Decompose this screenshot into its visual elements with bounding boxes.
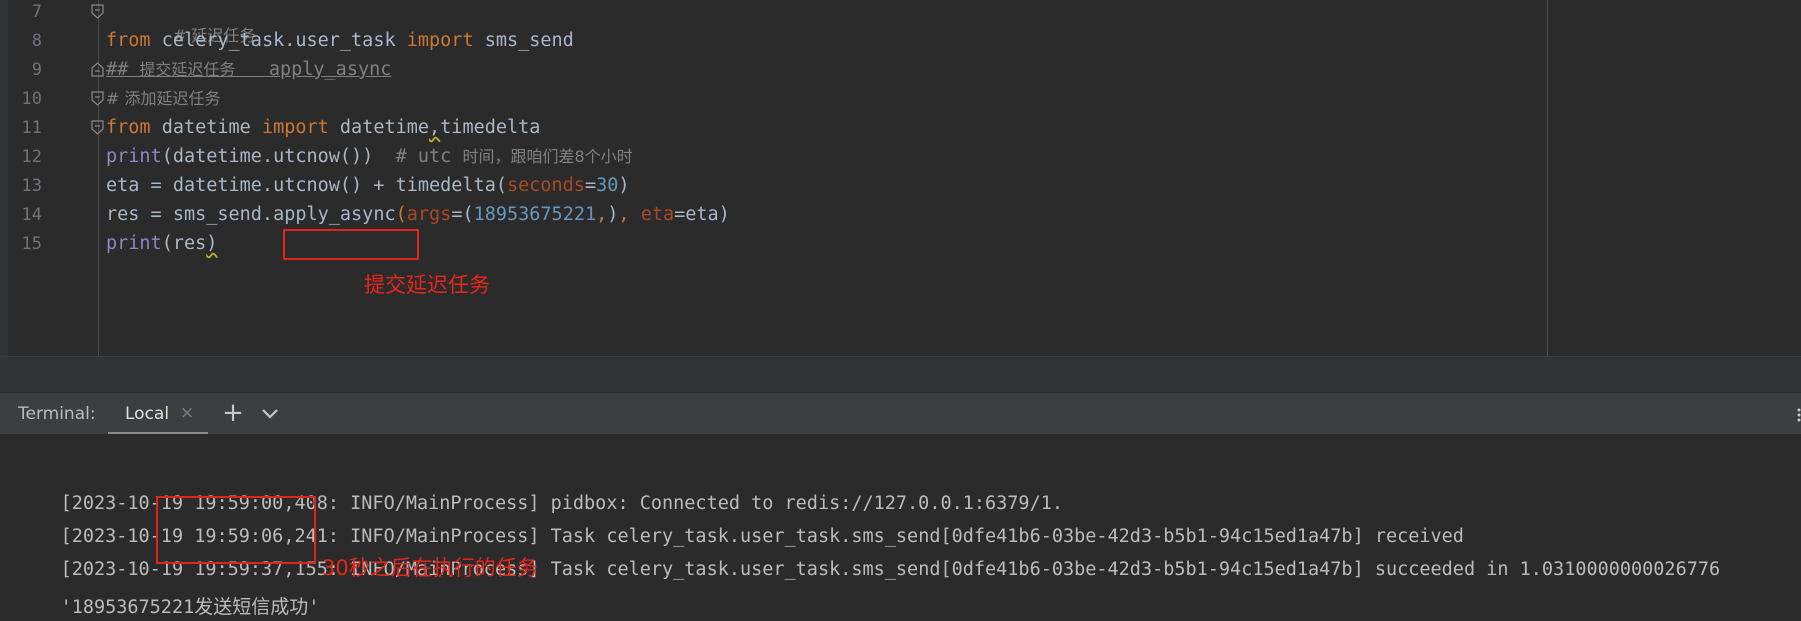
log-text: '18953675221 xyxy=(60,597,195,618)
log-line: '18953675221发送短信成功' xyxy=(16,571,320,621)
panel-splitter[interactable] xyxy=(0,356,1801,392)
imported-name: sms_send xyxy=(473,30,574,51)
log-text: ' xyxy=(308,597,320,618)
module-name: celery_task.user_task xyxy=(150,30,407,51)
line-number: 9 xyxy=(31,60,42,80)
keyword-argument: seconds xyxy=(506,175,585,196)
operator: =( xyxy=(451,204,474,225)
keyword: from xyxy=(106,30,151,51)
annotation-submit-delay-task: 提交延迟任务 xyxy=(364,273,490,297)
builtin-function: print xyxy=(106,233,162,254)
identifier: res xyxy=(172,233,207,254)
comma: , xyxy=(618,204,641,225)
paren: ) xyxy=(607,204,619,225)
imported-name: timedelta xyxy=(440,117,541,138)
operator: = xyxy=(584,175,597,196)
line-number: 7 xyxy=(31,2,42,22)
line-number: 14 xyxy=(21,205,42,225)
paren: ) xyxy=(206,233,218,254)
keyword-argument: args xyxy=(406,204,452,225)
terminal-title: Terminal: xyxy=(18,404,96,424)
fold-marker-icon[interactable] xyxy=(91,91,104,106)
call-args: (datetime.utcnow()) xyxy=(161,146,374,167)
imported-name: datetime xyxy=(328,117,430,138)
highlight-box-timestamps xyxy=(156,496,316,564)
tab-local[interactable]: Local × xyxy=(108,393,208,435)
log-text: 发送短信成功 xyxy=(194,596,309,618)
statement: res = sms_send. xyxy=(106,204,274,225)
fold-marker-icon[interactable] xyxy=(91,62,104,77)
chevron-down-icon[interactable] xyxy=(258,401,282,427)
line-number: 8 xyxy=(31,31,42,51)
annotation-after-30s: 30秒之后在执行的任务 xyxy=(322,556,538,580)
code-editor[interactable]: 7 # 延迟任务 8 from celery_task.user_task im… xyxy=(0,0,1801,356)
builtin-function: print xyxy=(106,146,162,167)
code-line[interactable]: 15 print(res) xyxy=(0,228,1540,261)
keyword-argument: eta xyxy=(640,204,675,225)
fold-marker-icon[interactable] xyxy=(91,120,104,135)
terminal-output[interactable]: [2023-10-19 19:59:00,408: INFO/MainProce… xyxy=(0,434,1801,621)
keyword: import xyxy=(406,30,474,51)
terminal-toolbar: Terminal: Local × + xyxy=(0,392,1801,435)
line-number: 15 xyxy=(21,234,42,254)
number-literal: 18953675221 xyxy=(473,204,597,225)
fold-marker-icon[interactable] xyxy=(91,4,104,19)
method-name: apply_async xyxy=(273,204,396,225)
log-text: INFO/MainProcess] Task celery_task.user_… xyxy=(339,559,1721,580)
comment: ## xyxy=(106,59,140,80)
statement: eta = datetime.utcnow() + timedelta( xyxy=(106,175,507,196)
highlight-box-apply-async xyxy=(283,229,419,260)
comment: apply_async xyxy=(235,59,392,80)
line-number: 11 xyxy=(21,118,42,138)
comment: 提交延迟任务 xyxy=(139,60,236,79)
number-literal: 30 xyxy=(596,175,619,196)
comma: , xyxy=(596,204,608,225)
keyword: from xyxy=(106,117,151,138)
module-name: datetime xyxy=(150,117,262,138)
operator: =eta) xyxy=(674,204,730,225)
line-number: 10 xyxy=(21,89,42,109)
keyword: import xyxy=(261,117,329,138)
line-number: 12 xyxy=(21,147,42,167)
line-number: 13 xyxy=(21,176,42,196)
comment: 时间，跟咱们差8个小时 xyxy=(462,147,633,166)
close-icon[interactable]: × xyxy=(180,403,194,423)
paren: ( xyxy=(395,204,407,225)
paren: ) xyxy=(618,175,630,196)
comment: # 添加延迟任务 xyxy=(106,89,221,108)
right-margin-guide xyxy=(1547,0,1548,356)
warning-comma: , xyxy=(429,117,441,138)
paren: ( xyxy=(161,233,173,254)
options-icon[interactable] xyxy=(1793,407,1801,422)
add-terminal-button[interactable]: + xyxy=(220,399,246,427)
tab-label: Local xyxy=(125,404,170,424)
comment: # utc xyxy=(373,146,463,167)
